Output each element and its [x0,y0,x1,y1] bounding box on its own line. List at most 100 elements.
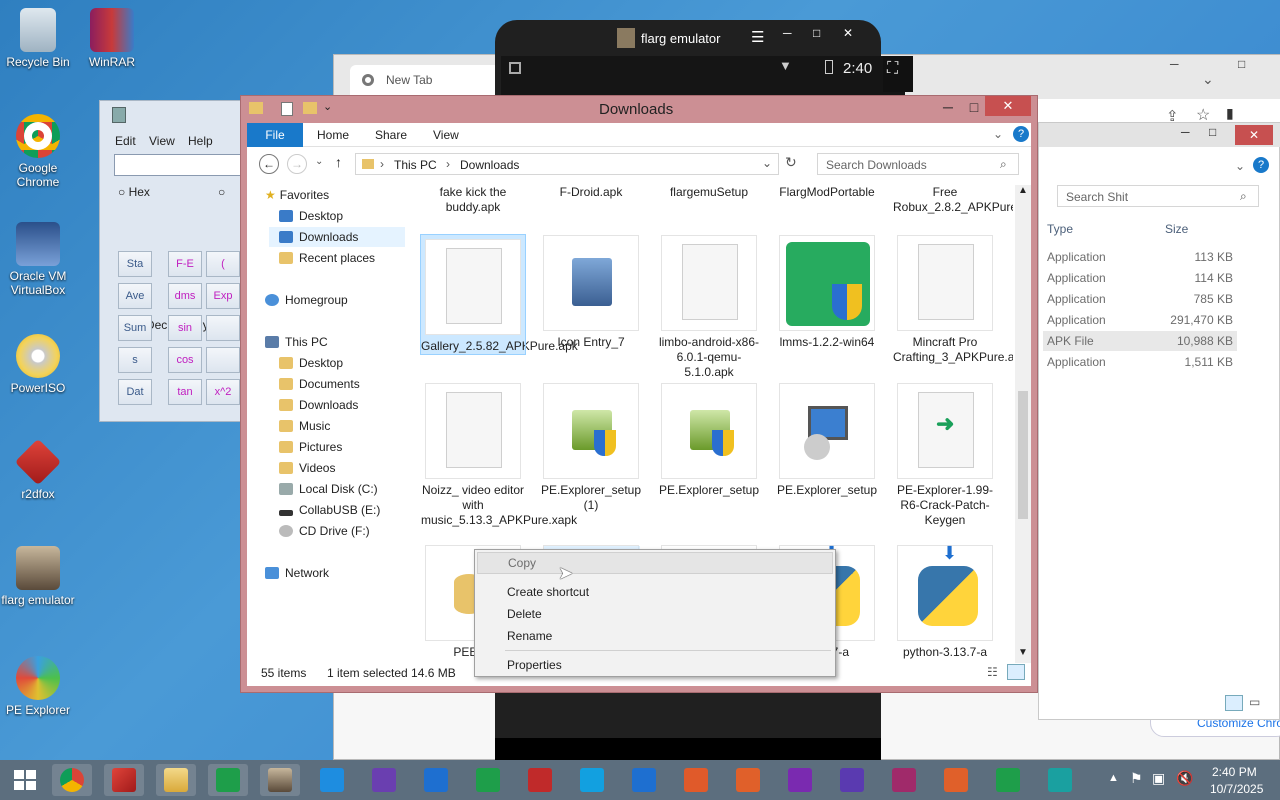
nav-local-disk[interactable]: Local Disk (C:) [279,479,378,499]
file-tile[interactable]: flargemuSetup [657,185,761,200]
file-tile[interactable]: Mincraft Pro Crafting_3_APKPure.apk [893,235,1013,365]
emulator-maximize-icon[interactable]: □ [813,26,820,40]
ribbon-tab-view[interactable]: View [433,123,459,147]
file-tile[interactable]: fake kick the buddy.apk [421,185,525,215]
file-tile[interactable]: Icon Entry_7 [539,235,643,350]
media-taskbar-icon[interactable] [520,764,560,796]
desktop-icon-virtualbox[interactable]: Oracle VM VirtualBox [0,222,76,297]
calc-button[interactable]: Dat [118,379,152,405]
second-minimize-icon[interactable]: ─ [1181,125,1190,139]
scrollbar-thumb[interactable] [1018,391,1028,519]
second-maximize-icon[interactable]: □ [1209,125,1216,139]
trophy-taskbar-icon[interactable] [364,764,404,796]
second-tiles-view-icon[interactable]: ▭ [1249,695,1260,709]
nav-pc-desktop[interactable]: Desktop [279,353,343,373]
breadcrumb-this-pc[interactable]: This PC [394,158,437,172]
nav-downloads[interactable]: Downloads [269,227,405,247]
desktop-icon-r2dfox[interactable]: r2dfox [0,438,76,501]
calc-button[interactable] [206,315,240,341]
help-icon[interactable]: ? [1013,126,1029,142]
nav-documents[interactable]: Documents [279,374,360,394]
calc-button[interactable]: x^2 [206,379,240,405]
desktop-icon-chrome[interactable]: Google Chrome [0,114,76,189]
calc-menu-edit[interactable]: Edit [115,134,136,148]
help-taskbar-icon[interactable] [676,764,716,796]
menu-item-create-shortcut[interactable]: Create shortcut [507,582,589,602]
second-list-row[interactable]: Application 114 KB [1043,268,1237,288]
second-list-row[interactable]: Application 1,511 KB [1043,352,1237,372]
quick-access-newfolder-icon[interactable] [303,102,317,114]
nav-homegroup[interactable]: Homegroup [265,290,348,310]
file-explorer-taskbar-icon[interactable] [156,764,196,796]
games-taskbar-icon[interactable] [988,764,1028,796]
nav-pc-downloads[interactable]: Downloads [279,395,358,415]
second-list-row[interactable]: APK File 10,988 KB [1043,331,1237,351]
calc-button[interactable]: sin [168,315,202,341]
emulator-menu-icon[interactable]: ☰ [751,28,764,46]
finance-taskbar-icon[interactable] [468,764,508,796]
weather-taskbar-icon[interactable] [312,764,352,796]
scroll-down-icon[interactable]: ▼ [1018,647,1028,658]
file-tile[interactable]: PE.Explorer_setup [775,383,879,498]
large-icons-view-icon[interactable] [1007,664,1025,680]
file-tile[interactable]: PE.Explorer_setup [657,383,761,498]
nav-collabusb[interactable]: CollabUSB (E:) [279,500,380,520]
col-type-header[interactable]: Type [1047,222,1073,236]
browser-close-icon[interactable]: □ [1238,57,1245,71]
food-taskbar-icon[interactable] [1040,764,1080,796]
second-list-row[interactable]: Application 113 KB [1043,247,1237,267]
ribbon-tab-home[interactable]: Home [317,123,349,147]
details-view-icon[interactable]: ☷ [987,664,998,680]
flarg-emulator-taskbar-icon[interactable] [260,764,300,796]
calc-radio-hex[interactable]: ○ Hex [118,185,150,199]
scrollbar[interactable]: ▲ ▼ [1015,185,1031,663]
emulator-minimize-icon[interactable]: ─ [783,26,792,40]
menu-item-copy[interactable]: Copy [477,552,833,574]
scroll-up-icon[interactable]: ▲ [1018,185,1028,196]
nav-music[interactable]: Music [279,416,330,436]
file-tile[interactable]: F-Droid.apk [539,185,643,200]
taskbar-time[interactable]: 2:40 PM [1212,765,1257,779]
menu-item-delete[interactable]: Delete [507,604,542,624]
calc-button[interactable]: cos [168,347,202,373]
calc-button[interactable]: F-E [168,251,202,277]
second-help-icon[interactable]: ? [1253,157,1269,173]
chrome-taskbar-icon[interactable] [52,764,92,796]
browser-minimize-icon[interactable]: ─ [1170,57,1179,71]
nav-videos[interactable]: Videos [279,458,335,478]
file-tile[interactable]: FlargModPortable [775,185,879,200]
desktop-icon-pe-explorer[interactable]: PE Explorer [0,656,76,717]
network-tray-icon[interactable]: ▣ [1152,770,1165,787]
nav-pictures[interactable]: Pictures [279,437,342,457]
desktop-icon-winrar[interactable]: WinRAR [74,8,150,69]
mail-taskbar-icon[interactable] [416,764,456,796]
emulator-close-icon[interactable]: ✕ [843,26,853,40]
refresh-button[interactable]: ↻ [785,154,797,171]
file-tile[interactable]: PE.Explorer_setup (1) [539,383,643,513]
music-taskbar-icon[interactable] [936,764,976,796]
start-button[interactable] [4,764,44,796]
nav-desktop[interactable]: Desktop [279,206,343,226]
onedrive-taskbar-icon[interactable] [624,764,664,796]
taskbar-date[interactable]: 10/7/2025 [1210,782,1263,796]
second-list-row[interactable]: Application 785 KB [1043,289,1237,309]
file-tile[interactable]: limbo-android-x86-6.0.1-qemu-5.1.0.apk [657,235,761,380]
file-tile[interactable]: lmms-1.2.2-win64 [775,235,879,350]
file-tile[interactable]: Free Robux_2.8.2_APKPure.apk [893,185,1013,215]
second-list-row[interactable]: Application 291,470 KB [1043,310,1237,330]
up-button[interactable]: ↑ [335,154,342,170]
recent-locations-icon[interactable]: ⌄ [315,156,323,167]
browser-tab[interactable]: New Tab [350,65,500,95]
address-bar[interactable]: › This PC › Downloads ⌄ [355,153,779,175]
store-taskbar-icon[interactable] [208,764,248,796]
quick-access-properties-icon[interactable] [281,102,293,116]
emulator-fullscreen-icon[interactable]: ⛶ [887,60,898,78]
calc-menu-help[interactable]: Help [188,134,213,148]
second-close-button[interactable]: ✕ [1235,125,1273,145]
tray-expand-icon[interactable]: ▲ [1108,772,1119,784]
desktop-icon-flarg-emulator[interactable]: flarg emulator [0,546,76,607]
people-taskbar-icon[interactable] [728,764,768,796]
second-details-view-icon[interactable] [1225,695,1243,711]
nav-favorites[interactable]: ★ Favorites [265,185,329,205]
camera-taskbar-icon[interactable] [884,764,924,796]
